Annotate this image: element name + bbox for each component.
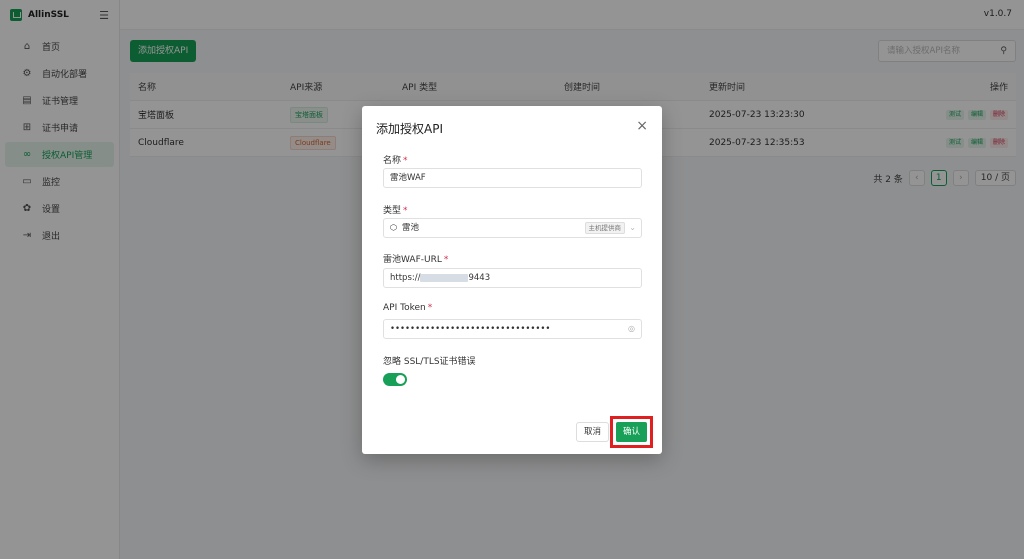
add-api-dialog: 添加授权API × 名称 * 雷池WAF 类型 * ⬡ 雷池 主机提供商 ⌄ 雷池WA… (362, 106, 662, 454)
required-mark: * (403, 206, 408, 216)
type-select[interactable]: ⬡ 雷池 主机提供商 ⌄ (383, 218, 642, 238)
url-input[interactable]: https:// 9443 (383, 268, 642, 288)
close-icon[interactable]: × (636, 118, 648, 134)
type-label-text: 类型 (383, 206, 402, 216)
confirm-highlight: 确认 (610, 416, 653, 448)
cancel-button[interactable]: 取消 (576, 422, 610, 442)
required-mark: * (427, 303, 433, 313)
url-label-text: 雷池WAF-URL (383, 255, 442, 265)
type-value: 雷池 (401, 223, 419, 233)
ssl-ignore-toggle[interactable] (383, 373, 407, 386)
confirm-button[interactable]: 确认 (616, 422, 647, 442)
token-label-text: API Token (383, 303, 426, 313)
ssl-label: 忽略 SSL/TLS证书错误 (383, 357, 476, 367)
safeline-icon: ⬡ (390, 223, 397, 232)
required-mark: * (403, 156, 408, 166)
type-badge: 主机提供商 (584, 222, 625, 234)
name-label-text: 名称 (383, 156, 402, 166)
url-suffix: 9443 (468, 273, 491, 283)
dialog-title: 添加授权API (376, 122, 443, 136)
url-label: 雷池WAF-URL * (383, 252, 448, 265)
name-input[interactable]: 雷池WAF (383, 168, 642, 188)
required-mark: * (443, 255, 449, 265)
chevron-down-icon: ⌄ (629, 223, 636, 232)
token-input[interactable]: •••••••••••••••••••••••••••••••• ◎ (383, 319, 642, 339)
url-prefix: https:// (390, 273, 421, 283)
redacted-host (420, 273, 469, 282)
token-label: API Token * (383, 303, 432, 313)
eye-off-icon[interactable]: ◎ (628, 320, 635, 338)
type-label: 类型 * (383, 203, 408, 216)
token-value: •••••••••••••••••••••••••••••••• (390, 324, 551, 334)
name-label: 名称 * (383, 153, 408, 166)
